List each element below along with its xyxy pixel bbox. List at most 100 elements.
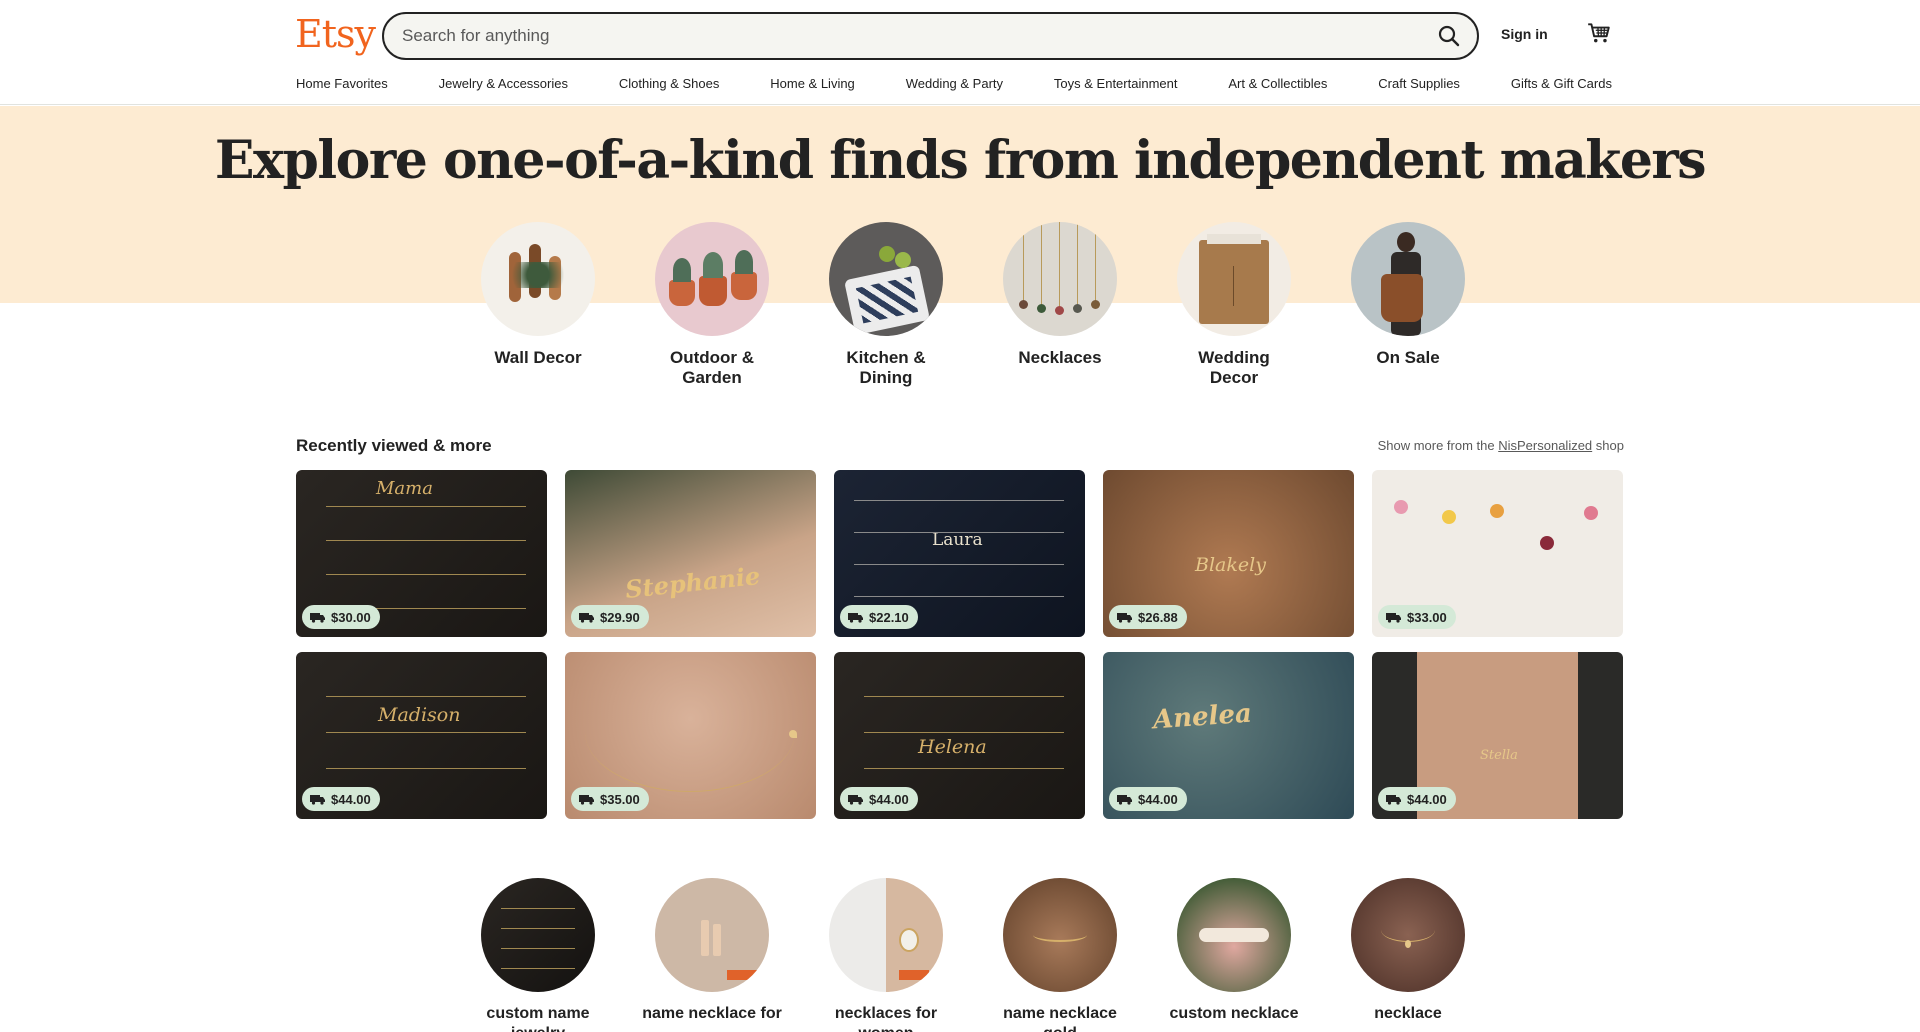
nav-item-wedding[interactable]: Wedding & Party [906, 76, 1003, 96]
category-label: Necklaces [1018, 348, 1102, 367]
related-searches: custom name jewelry name necklace for ne… [468, 878, 1465, 1032]
listing-image-text: Blakely [1195, 554, 1266, 576]
truck-icon [1117, 613, 1132, 623]
listing-image-text: Helena [918, 736, 987, 758]
search-bar[interactable] [382, 12, 1479, 60]
listing-card[interactable]: $35.00 [565, 652, 816, 819]
search-chip-necklace[interactable]: necklace [1338, 878, 1478, 1024]
nav-item-craft[interactable]: Craft Supplies [1378, 76, 1460, 96]
search-chip-custom-necklace[interactable]: custom necklace [1164, 878, 1304, 1024]
category-circles: Wall Decor Outdoor & Garden Kitchen & Di… [468, 222, 1465, 392]
price-badge: $30.00 [302, 605, 380, 629]
category-image [829, 222, 943, 336]
etsy-logo[interactable]: Etsy [295, 12, 376, 56]
site-header: Etsy Sign in Home Favorites Jewelry & Ac… [0, 0, 1920, 105]
cart-button[interactable] [1586, 20, 1616, 50]
price-badge: $44.00 [1109, 787, 1187, 811]
truck-icon [310, 795, 325, 805]
category-label: Wedding Decor [1198, 348, 1270, 387]
search-chip-custom-name-jewelry[interactable]: custom name jewelry [468, 878, 608, 1032]
search-chip-image [829, 878, 943, 992]
category-on-sale[interactable]: On Sale [1338, 222, 1478, 368]
listing-card[interactable]: Stephanie $29.90 [565, 470, 816, 637]
nav-item-jewelry[interactable]: Jewelry & Accessories [439, 76, 568, 96]
nav-item-gifts[interactable]: Gifts & Gift Cards [1511, 76, 1612, 96]
search-chip-label: custom name jewelry [486, 1005, 590, 1032]
listing-card[interactable]: Stella $44.00 [1372, 652, 1623, 819]
price-text: $29.90 [600, 609, 640, 625]
search-chip-name-necklace-gold[interactable]: name necklace gold [990, 878, 1130, 1032]
listing-card[interactable]: $33.00 [1372, 470, 1623, 637]
category-outdoor-garden[interactable]: Outdoor & Garden [642, 222, 782, 388]
listing-card[interactable]: Helena $44.00 [834, 652, 1085, 819]
price-text: $44.00 [1138, 791, 1178, 807]
recently-viewed-title: Recently viewed & more [296, 436, 492, 455]
listing-card[interactable]: Mama $30.00 [296, 470, 547, 637]
nav-item-art[interactable]: Art & Collectibles [1228, 76, 1327, 96]
search-input[interactable] [402, 14, 1362, 58]
truck-icon [1386, 795, 1401, 805]
price-text: $44.00 [1407, 791, 1447, 807]
show-more-shop: Show more from the NisPersonalized shop [1378, 438, 1624, 453]
nav-item-clothing[interactable]: Clothing & Shoes [619, 76, 719, 96]
search-chip-name-necklace-for[interactable]: name necklace for [642, 878, 782, 1024]
listing-image-text: Anelea [1152, 698, 1253, 736]
price-badge: $33.00 [1378, 605, 1456, 629]
truck-icon [1386, 613, 1401, 623]
price-text: $22.10 [869, 609, 909, 625]
truck-icon [848, 613, 863, 623]
truck-icon [579, 795, 594, 805]
category-kitchen-dining[interactable]: Kitchen & Dining [816, 222, 956, 388]
listing-image-text: Stephanie [623, 561, 762, 604]
truck-icon [1117, 795, 1132, 805]
search-chip-label: name necklace for [642, 1005, 782, 1022]
price-text: $26.88 [1138, 609, 1178, 625]
truck-icon [848, 795, 863, 805]
price-badge: $26.88 [1109, 605, 1187, 629]
category-nav: Home Favorites Jewelry & Accessories Clo… [296, 76, 1612, 96]
category-image [1003, 222, 1117, 336]
price-badge: $44.00 [840, 787, 918, 811]
show-more-prefix: Show more from the [1377, 438, 1495, 453]
category-label: Wall Decor [494, 348, 582, 367]
search-chip-label: necklaces for women [834, 1005, 938, 1032]
price-badge: $44.00 [1378, 787, 1456, 811]
search-icon [1438, 25, 1460, 47]
price-badge: $22.10 [840, 605, 918, 629]
price-text: $44.00 [331, 791, 371, 807]
nav-item-toys[interactable]: Toys & Entertainment [1054, 76, 1178, 96]
price-badge: $44.00 [302, 787, 380, 811]
nav-item-home-living[interactable]: Home & Living [770, 76, 855, 96]
search-chip-image [1177, 878, 1291, 992]
category-wall-decor[interactable]: Wall Decor [468, 222, 608, 368]
category-image [1351, 222, 1465, 336]
listing-image-text: Madison [378, 704, 461, 726]
search-chip-label: necklace [1374, 1005, 1442, 1022]
category-image [1177, 222, 1291, 336]
hero-title: Explore one-of-a-kind finds from indepen… [214, 130, 1707, 191]
listing-card[interactable]: Laura $22.10 [834, 470, 1085, 637]
search-chip-necklaces-for-women[interactable]: necklaces for women [816, 878, 956, 1032]
listing-card[interactable]: Anelea $44.00 [1103, 652, 1354, 819]
price-text: $30.00 [331, 609, 371, 625]
listing-card[interactable]: Madison $44.00 [296, 652, 547, 819]
listing-image-text: Mama [376, 478, 433, 499]
category-label: Outdoor & Garden [669, 348, 755, 387]
search-button[interactable] [1431, 18, 1467, 54]
cart-icon [1588, 23, 1610, 43]
search-chip-image [481, 878, 595, 992]
shop-link[interactable]: NisPersonalized [1498, 438, 1592, 453]
listing-card[interactable]: Blakely $26.88 [1103, 470, 1354, 637]
category-image [655, 222, 769, 336]
price-text: $44.00 [869, 791, 909, 807]
price-text: $35.00 [600, 791, 640, 807]
nav-item-home-favorites[interactable]: Home Favorites [296, 76, 388, 96]
category-necklaces[interactable]: Necklaces [990, 222, 1130, 368]
category-wedding-decor[interactable]: Wedding Decor [1164, 222, 1304, 388]
show-more-suffix: shop [1595, 438, 1624, 453]
category-image [481, 222, 595, 336]
listing-image-text: Stella [1480, 748, 1518, 763]
listing-image-text: Laura [932, 530, 983, 550]
category-label: On Sale [1376, 348, 1440, 367]
sign-in-link[interactable]: Sign in [1501, 26, 1548, 42]
